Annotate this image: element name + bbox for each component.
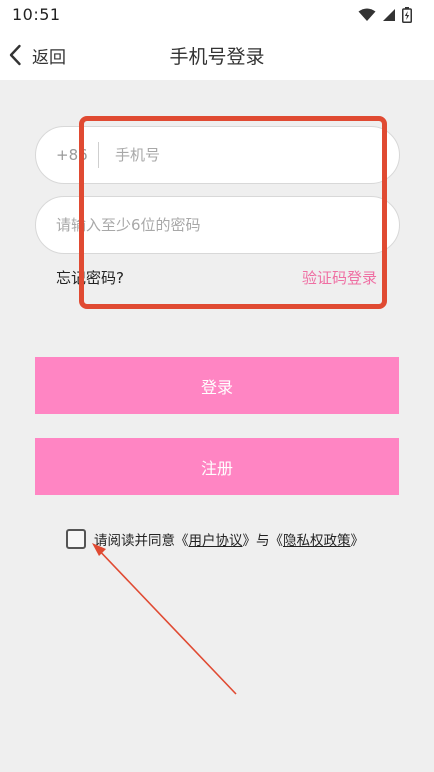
battery-icon <box>402 7 412 23</box>
privacy-policy-link[interactable]: 隐私权政策 <box>283 529 351 549</box>
status-time: 10:51 <box>12 5 61 24</box>
country-code[interactable]: +86 <box>56 146 98 164</box>
phone-field: +86 <box>35 126 400 184</box>
agreement-suffix: 》 <box>350 533 365 549</box>
phone-input[interactable] <box>115 146 355 164</box>
status-icons <box>358 7 412 23</box>
password-field <box>35 196 400 254</box>
agreement-row: 请阅读并同意《 用户协议 》与《 隐私权政策 》 <box>66 529 364 549</box>
signal-icon <box>383 9 395 21</box>
agreement-checkbox[interactable] <box>66 529 86 549</box>
page-title: 手机号登录 <box>169 46 265 68</box>
sms-login-link[interactable]: 验证码登录 <box>302 267 377 288</box>
forgot-password-link[interactable]: 忘记密码? <box>56 267 124 288</box>
agreement-prefix: 请阅读并同意《 <box>94 533 189 549</box>
field-divider <box>98 142 99 168</box>
wifi-icon <box>358 8 376 21</box>
user-agreement-link[interactable]: 用户协议 <box>189 529 243 549</box>
status-bar: 10:51 <box>0 0 434 30</box>
nav-bar: 返回 手机号登录 <box>0 30 434 80</box>
register-button[interactable]: 注册 <box>35 438 399 495</box>
agreement-middle: 》与《 <box>242 533 284 549</box>
password-input[interactable] <box>56 216 376 234</box>
login-button[interactable]: 登录 <box>35 357 399 414</box>
